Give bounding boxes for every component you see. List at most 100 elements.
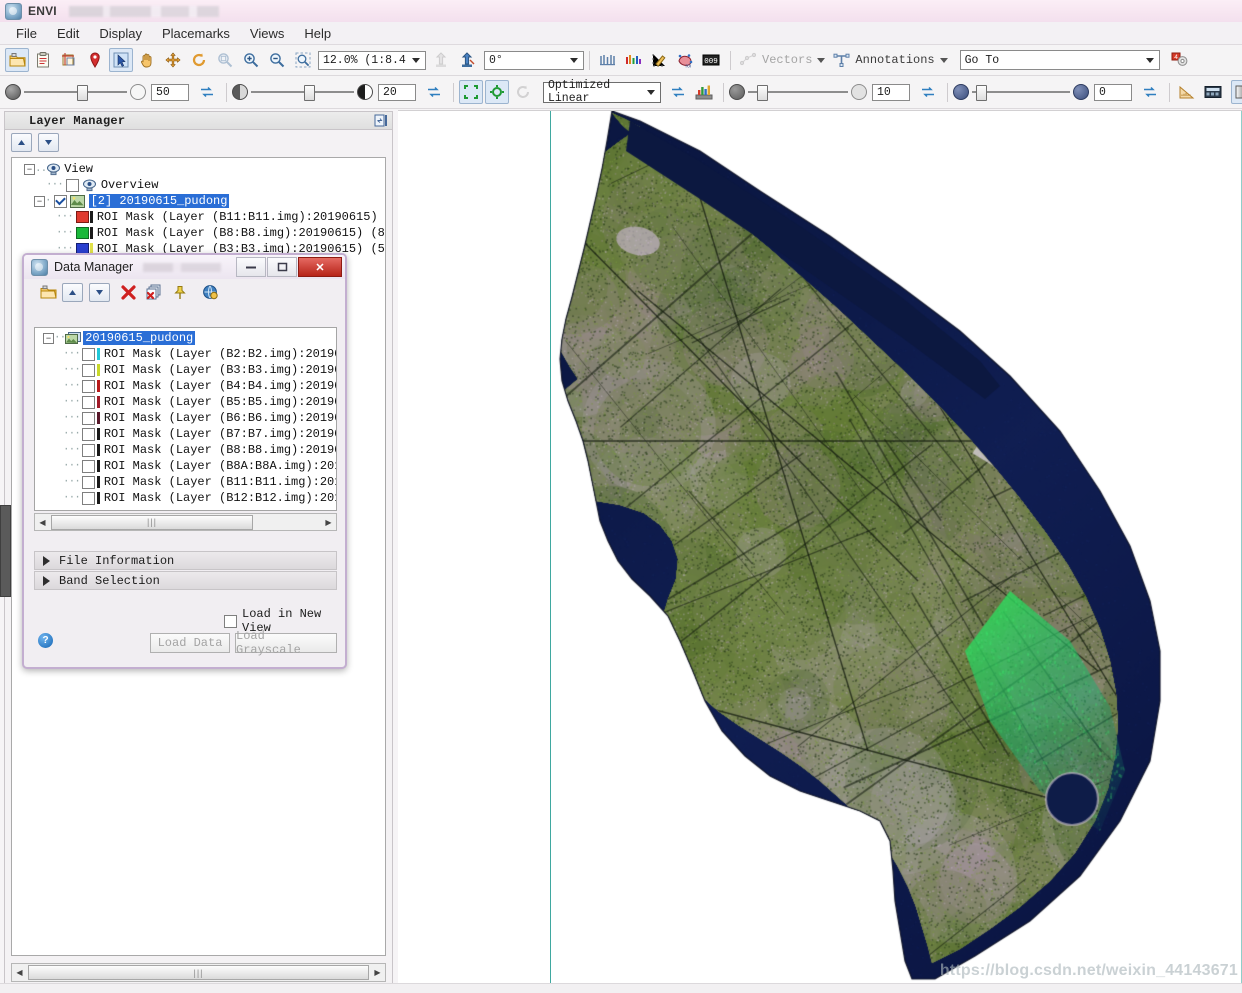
sharpen-slider-track[interactable]: [748, 91, 848, 93]
refresh-icon[interactable]: [511, 80, 535, 104]
pin-panel-icon[interactable]: [374, 114, 388, 128]
zoom-out-icon[interactable]: [265, 48, 289, 72]
cursor-value-icon[interactable]: [1201, 80, 1225, 104]
data-manager-titlebar[interactable]: Data Manager ✕: [24, 255, 345, 279]
zoom-in-icon[interactable]: [239, 48, 263, 72]
close-file-icon[interactable]: [116, 280, 140, 304]
move-down-icon[interactable]: [89, 283, 110, 302]
dm-band-row[interactable]: ··· ROI Mask (Layer (B7:B7.img):20190615…: [35, 426, 336, 442]
dm-band-row[interactable]: ··· ROI Mask (Layer (B8A:B8A.img):201906…: [35, 458, 336, 474]
brightness-value[interactable]: 50: [151, 84, 189, 101]
map-view[interactable]: https://blog.csdn.net/weixin_44143671: [398, 110, 1242, 984]
dm-band-row[interactable]: ··· ROI Mask (Layer (B8:B8.img):20190615…: [35, 442, 336, 458]
contrast-slider-track[interactable]: [251, 91, 354, 93]
stretch-reset-icon[interactable]: [666, 80, 690, 104]
contrast-slider-thumb[interactable]: [304, 85, 315, 101]
spectral-profile-icon[interactable]: [621, 48, 645, 72]
portal-icon[interactable]: 4: [1168, 48, 1192, 72]
full-extent-icon[interactable]: [459, 80, 483, 104]
move-down-button[interactable]: [38, 133, 59, 152]
brightness-reset-icon[interactable]: [195, 80, 219, 104]
collapse-file-icon[interactable]: −: [43, 333, 54, 344]
scroll-left-icon[interactable]: ◀: [35, 515, 50, 530]
close-all-files-icon[interactable]: [142, 280, 166, 304]
dm-band-row[interactable]: ··· ROI Mask (Layer (B3:B3.img):20190615…: [35, 362, 336, 378]
next-view-icon[interactable]: [455, 48, 479, 72]
dm-band-row[interactable]: ··· ROI Mask (Layer (B2:B2.img):20190615…: [35, 346, 336, 362]
band-checkbox[interactable]: [82, 492, 95, 505]
outer-vertical-scrollbar-thumb[interactable]: [0, 505, 11, 597]
layer-tree-hscrollbar[interactable]: ◀ ||| ▶: [11, 963, 386, 982]
tree-node-view[interactable]: − .. View: [12, 161, 385, 177]
scroll-right-icon[interactable]: ▶: [321, 515, 336, 530]
band-checkbox[interactable]: [82, 412, 95, 425]
placemark-pin-icon[interactable]: [83, 48, 107, 72]
measure-ruler-icon[interactable]: [1175, 80, 1199, 104]
menu-edit[interactable]: Edit: [47, 24, 89, 43]
move-up-icon[interactable]: [62, 283, 83, 302]
annotations-icon[interactable]: [829, 48, 853, 72]
dm-band-row[interactable]: ··· ROI Mask (Layer (B5:B5.img):20190615…: [35, 394, 336, 410]
collapse-view-icon[interactable]: −: [24, 164, 35, 175]
menu-help[interactable]: Help: [294, 24, 341, 43]
band-checkbox[interactable]: [82, 428, 95, 441]
satellite-image-canvas[interactable]: [398, 111, 1242, 984]
brightness-slider-thumb[interactable]: [77, 85, 88, 101]
brightness-slider-group[interactable]: 50: [5, 84, 189, 101]
crosshair-icon[interactable]: [595, 48, 619, 72]
transparency-value[interactable]: 0: [1094, 84, 1132, 101]
file-information-section[interactable]: File Information: [34, 551, 337, 570]
menu-views[interactable]: Views: [240, 24, 294, 43]
transparency-slider-group[interactable]: 0: [953, 84, 1132, 101]
vectors-menu[interactable]: Vectors: [762, 53, 825, 67]
contrast-value[interactable]: 20: [378, 84, 416, 101]
open-file-icon[interactable]: [5, 48, 29, 72]
tree-node-roi-b8[interactable]: ··· ROI Mask (Layer (B8:B8.img):20190615…: [12, 225, 385, 241]
band-checkbox[interactable]: [82, 364, 95, 377]
data-manager-hscrollbar[interactable]: ◀ ||| ▶: [34, 513, 337, 531]
band-checkbox[interactable]: [82, 444, 95, 457]
scroll-right-icon[interactable]: ▶: [370, 965, 385, 980]
brightness-slider-track[interactable]: [24, 91, 127, 93]
load-grayscale-button[interactable]: Load Grayscale: [235, 633, 337, 653]
menu-display[interactable]: Display: [89, 24, 152, 43]
open-file-icon[interactable]: [36, 280, 60, 304]
crop-icon[interactable]: [57, 48, 81, 72]
pan-hand-icon[interactable]: [135, 48, 159, 72]
raster-checkbox[interactable]: [54, 195, 67, 208]
load-data-button[interactable]: Load Data: [150, 633, 230, 653]
maximize-button[interactable]: [267, 257, 297, 277]
minimize-button[interactable]: [236, 257, 266, 277]
rotation-combo[interactable]: 0°: [484, 51, 584, 70]
sharpen-slider-thumb[interactable]: [757, 85, 768, 101]
transparency-reset-icon[interactable]: [1138, 80, 1162, 104]
dm-band-row[interactable]: ··· ROI Mask (Layer (B11:B11.img):201906…: [35, 474, 336, 490]
menu-placemarks[interactable]: Placemarks: [152, 24, 240, 43]
sharpen-value[interactable]: 10: [872, 84, 910, 101]
measure-pen-icon[interactable]: [647, 48, 671, 72]
band-checkbox[interactable]: [82, 380, 95, 393]
previous-view-icon[interactable]: [429, 48, 453, 72]
tree-node-overview[interactable]: ··· Overview: [12, 177, 385, 193]
band-checkbox[interactable]: [82, 348, 95, 361]
fly-icon[interactable]: [161, 48, 185, 72]
band-selection-section[interactable]: Band Selection: [34, 571, 337, 590]
sharpen-reset-icon[interactable]: [916, 80, 940, 104]
dm-band-row[interactable]: ··· ROI Mask (Layer (B12:B12.img):201906…: [35, 490, 336, 506]
pin-icon[interactable]: [168, 280, 192, 304]
band-checkbox[interactable]: [82, 396, 95, 409]
collapse-raster-icon[interactable]: −: [34, 196, 45, 207]
dm-hscroll-thumb[interactable]: |||: [51, 515, 253, 530]
select-cursor-icon[interactable]: [109, 48, 133, 72]
overview-checkbox[interactable]: [66, 179, 79, 192]
close-button[interactable]: ✕: [298, 257, 342, 277]
contrast-reset-icon[interactable]: [422, 80, 446, 104]
help-button[interactable]: ?: [38, 633, 53, 648]
hscroll-thumb[interactable]: |||: [28, 965, 369, 980]
load-in-new-view-checkbox[interactable]: [224, 615, 237, 628]
annotations-menu[interactable]: Annotations: [855, 53, 947, 67]
transparency-slider-track[interactable]: [972, 91, 1070, 93]
zoom-level-combo[interactable]: 12.0% (1:8.4: [318, 51, 426, 70]
zoom-to-fit-icon[interactable]: [213, 48, 237, 72]
vectors-icon[interactable]: [736, 48, 760, 72]
